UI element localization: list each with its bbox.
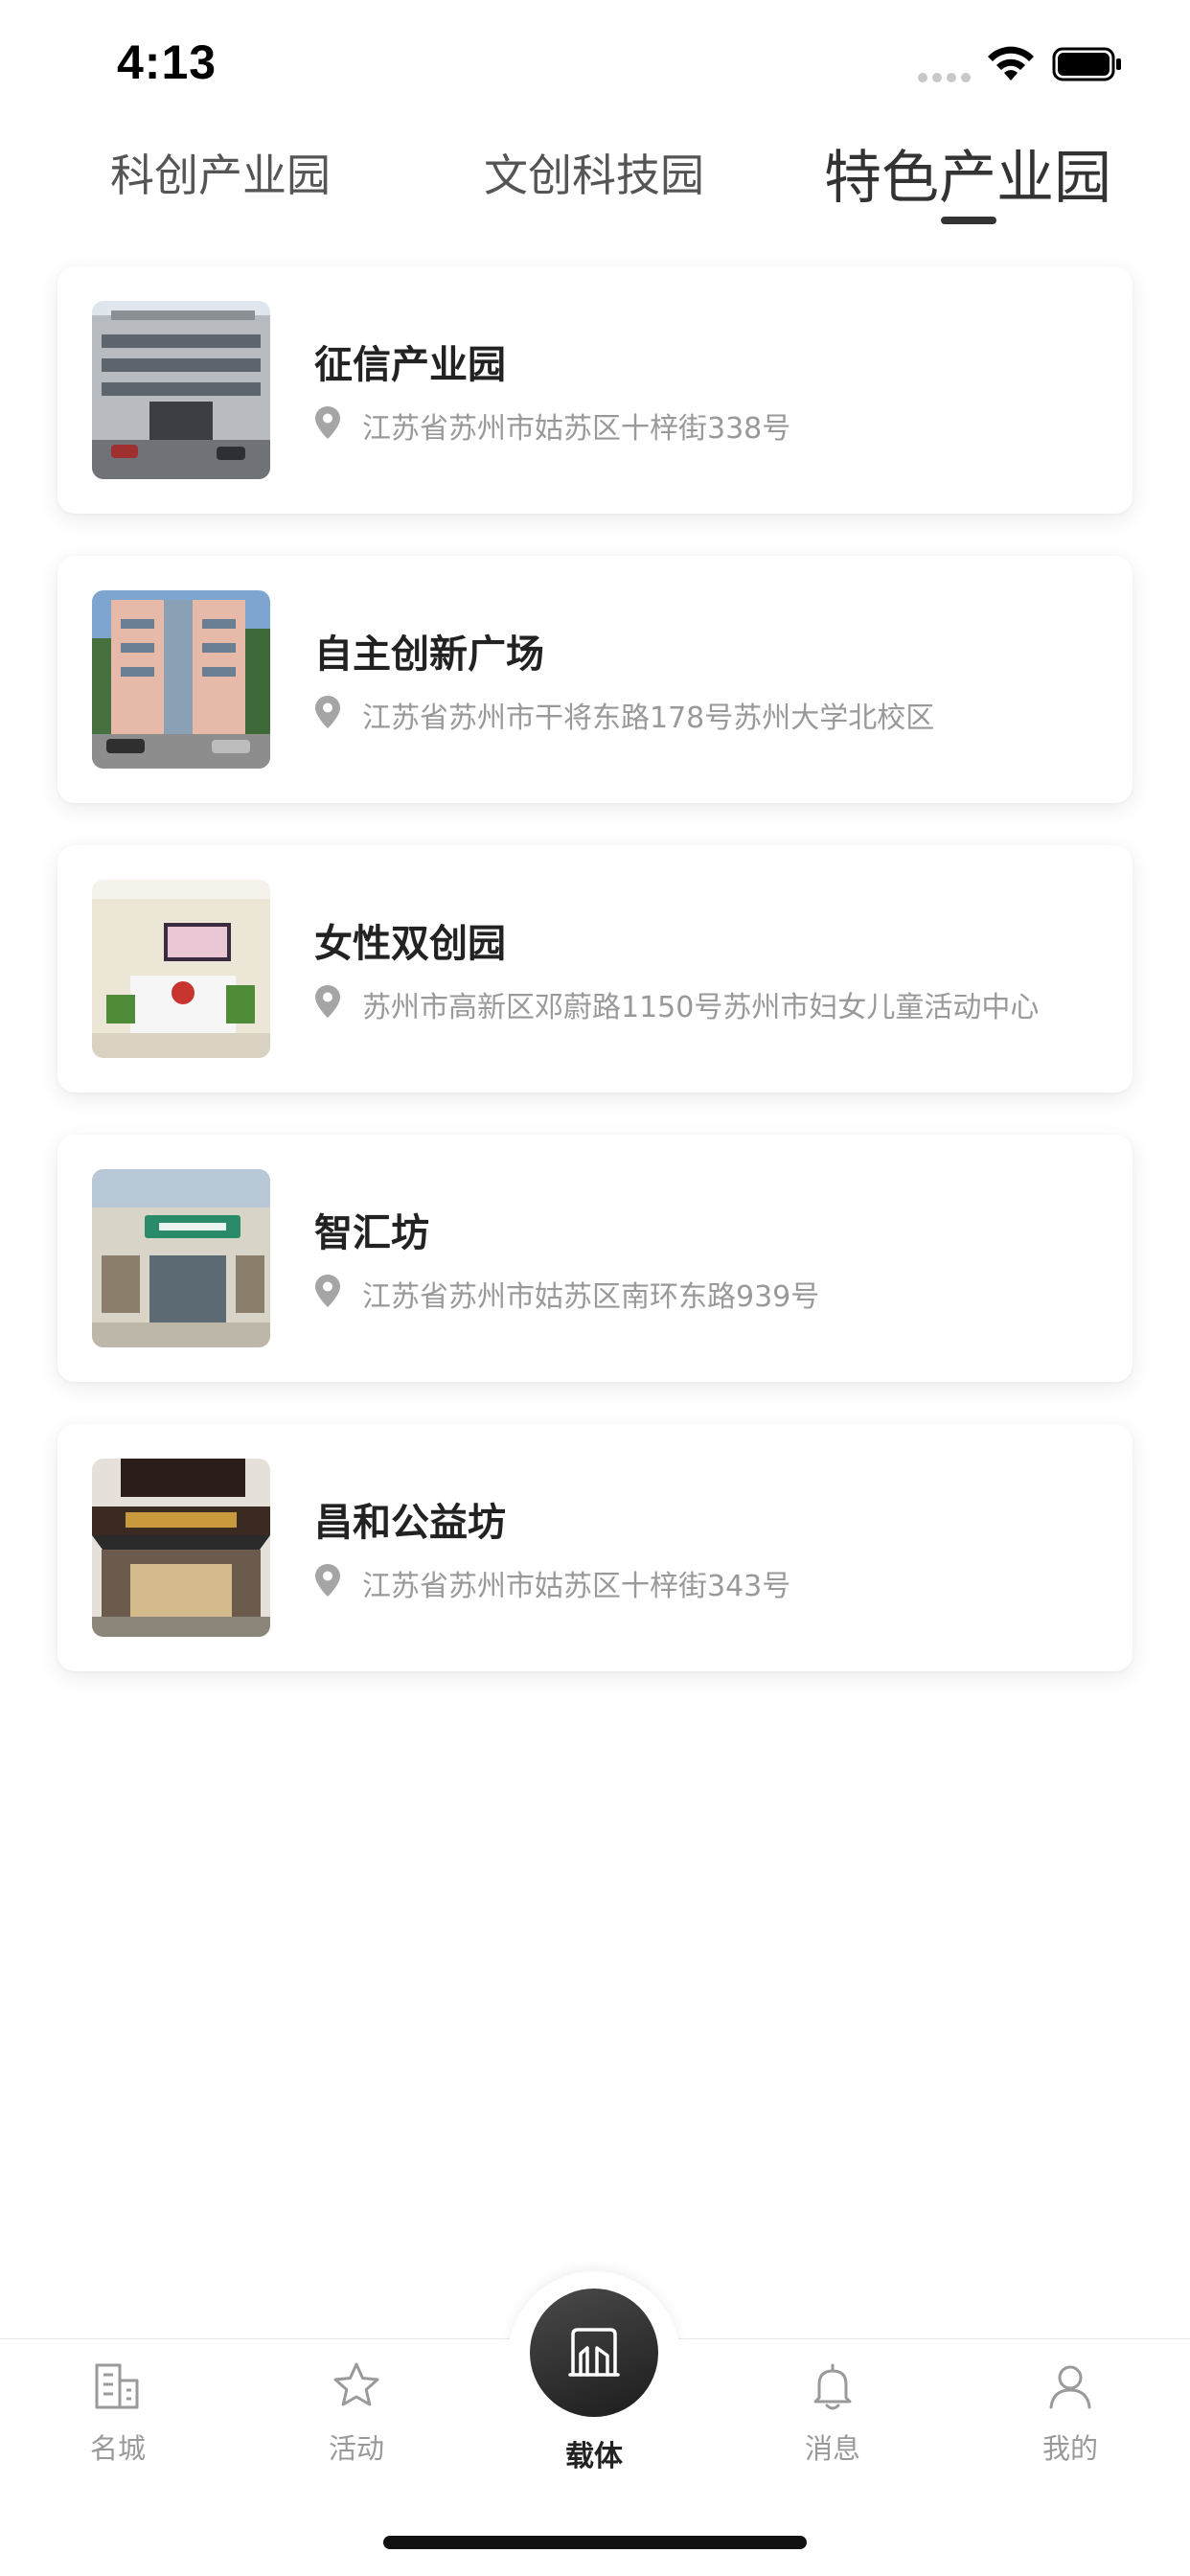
nav-item-messages[interactable]: 消息 bbox=[761, 2359, 904, 2484]
park-card[interactable]: 女性双创园 苏州市高新区邓蔚路1150号苏州市妇女儿童活动中心 bbox=[57, 845, 1133, 1092]
tab-tech-innovation-park[interactable]: 科创产业园 bbox=[96, 125, 345, 220]
park-thumbnail bbox=[92, 590, 270, 769]
park-name: 自主创新广场 bbox=[314, 632, 544, 677]
nav-item-carrier[interactable] bbox=[530, 2288, 658, 2417]
nav-label: 活动 bbox=[328, 2432, 384, 2465]
home-indicator bbox=[383, 2536, 807, 2549]
park-address: 江苏省苏州市姑苏区南环东路939号 bbox=[362, 1280, 820, 1314]
location-pin-icon bbox=[315, 1564, 340, 1597]
nav-label: 我的 bbox=[1041, 2432, 1098, 2465]
park-thumbnail bbox=[92, 880, 270, 1058]
nav-label-carrier[interactable]: 载体 bbox=[522, 2432, 666, 2474]
active-tab-indicator bbox=[941, 217, 996, 224]
park-address: 江苏省苏州市姑苏区十梓街338号 bbox=[362, 412, 791, 446]
nav-item-city[interactable]: 名城 bbox=[46, 2359, 190, 2484]
nav-item-profile[interactable]: 我的 bbox=[998, 2359, 1142, 2484]
park-card[interactable]: 自主创新广场 江苏省苏州市干将东路178号苏州大学北校区 bbox=[57, 556, 1133, 803]
tab-cultural-tech-park[interactable]: 文创科技园 bbox=[469, 125, 719, 220]
park-name: 征信产业园 bbox=[314, 343, 506, 387]
tab-featured-park[interactable]: 特色产业园 bbox=[814, 125, 1121, 220]
park-name: 昌和公益坊 bbox=[314, 1501, 506, 1545]
location-pin-icon bbox=[315, 696, 340, 728]
park-thumbnail bbox=[92, 1459, 270, 1637]
battery-icon bbox=[1052, 47, 1121, 81]
park-name: 女性双创园 bbox=[314, 922, 506, 966]
bell-icon bbox=[813, 2363, 852, 2410]
park-address: 苏州市高新区邓蔚路1150号苏州市妇女儿童活动中心 bbox=[362, 991, 1040, 1024]
nav-item-activities[interactable]: 活动 bbox=[285, 2359, 428, 2484]
park-thumbnail bbox=[92, 301, 270, 479]
city-building-icon bbox=[95, 2363, 139, 2409]
park-card[interactable]: 昌和公益坊 江苏省苏州市姑苏区十梓街343号 bbox=[57, 1424, 1133, 1671]
location-pin-icon bbox=[315, 406, 340, 439]
park-address: 江苏省苏州市干将东路178号苏州大学北校区 bbox=[362, 702, 935, 735]
park-address: 江苏省苏州市姑苏区十梓街343号 bbox=[362, 1570, 791, 1603]
park-category-tabs: 科创产业园 文创科技园 特色产业园 bbox=[0, 125, 1190, 240]
carrier-building-icon bbox=[568, 2328, 620, 2377]
location-pin-icon bbox=[315, 985, 340, 1018]
nav-label: 名城 bbox=[89, 2432, 146, 2465]
user-icon bbox=[1049, 2365, 1091, 2409]
status-time: 4:13 bbox=[117, 35, 217, 89]
location-pin-icon bbox=[315, 1275, 340, 1307]
park-name: 智汇坊 bbox=[314, 1211, 429, 1255]
park-thumbnail bbox=[92, 1169, 270, 1347]
park-card[interactable]: 智汇坊 江苏省苏州市姑苏区南环东路939号 bbox=[57, 1135, 1133, 1382]
star-icon bbox=[333, 2362, 379, 2406]
park-list: 征信产业园 江苏省苏州市姑苏区十梓街338号 自主创新广场 江苏省苏州市干将东路… bbox=[57, 266, 1133, 1714]
nav-label: 消息 bbox=[804, 2432, 860, 2465]
cellular-signal-icon bbox=[918, 73, 973, 82]
park-card[interactable]: 征信产业园 江苏省苏州市姑苏区十梓街338号 bbox=[57, 266, 1133, 514]
status-bar: 4:13 bbox=[0, 0, 1190, 125]
wifi-icon bbox=[988, 46, 1034, 80]
